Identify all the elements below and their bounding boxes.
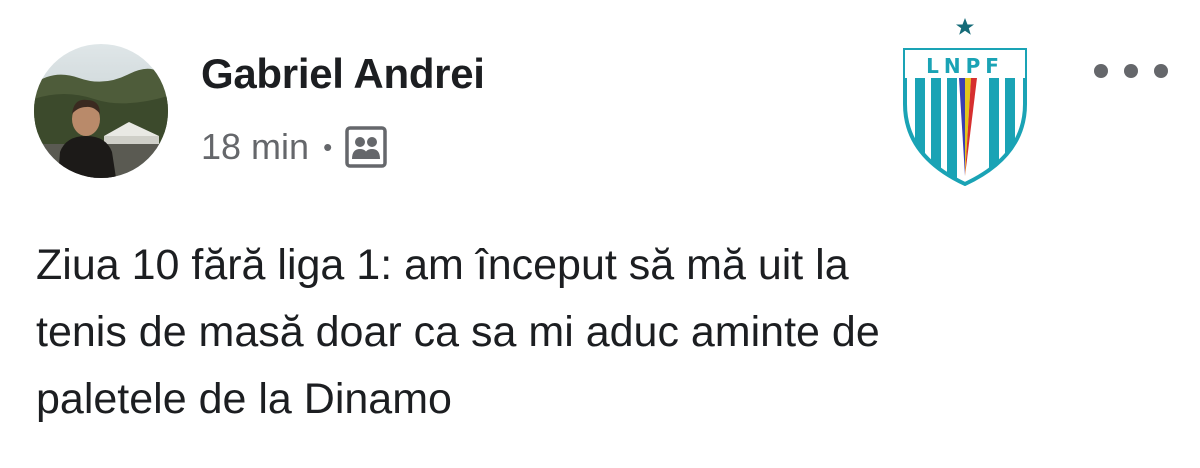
author-avatar[interactable] xyxy=(34,44,168,178)
group-icon[interactable] xyxy=(344,125,388,169)
more-options-icon[interactable] xyxy=(1094,54,1168,88)
post-timestamp[interactable]: 18 min xyxy=(201,126,309,168)
post-text: Ziua 10 fără liga 1: am început să mă ui… xyxy=(36,232,1166,433)
post-text-line: tenis de masă doar ca sa mi aduc aminte … xyxy=(36,308,880,356)
facebook-post: Gabriel Andrei 18 min • LNPF Ziua 10 făr… xyxy=(0,0,1200,468)
more-dot xyxy=(1094,64,1108,78)
more-dot xyxy=(1124,64,1138,78)
meta-separator: • xyxy=(323,132,333,162)
post-text-line: Ziua 10 fără liga 1: am început să mă ui… xyxy=(36,241,849,289)
more-dot xyxy=(1154,64,1168,78)
post-meta: 18 min • xyxy=(201,124,388,170)
author-name[interactable]: Gabriel Andrei xyxy=(201,50,485,98)
lnpf-shield-logo: LNPF xyxy=(893,16,1037,187)
post-text-line: paletele de la Dinamo xyxy=(36,375,452,423)
badge-letters: LNPF xyxy=(926,54,1004,78)
